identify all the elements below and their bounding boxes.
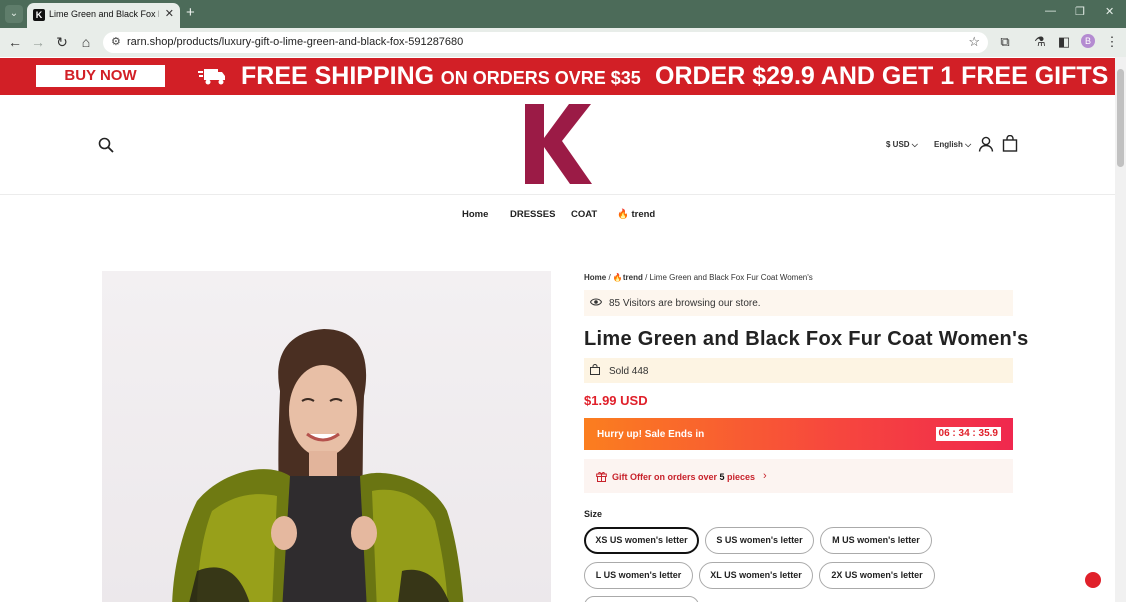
flask-icon[interactable]: ⚗ (1032, 34, 1048, 50)
visitors-notice: 85 Visitors are browsing our store. (584, 290, 1013, 316)
size-option-s[interactable]: S US women's letter (705, 527, 814, 554)
size-option-xs[interactable]: XS US women's letter (584, 527, 699, 554)
sale-countdown-bar: Hurry up! Sale Ends in 06 : 34 : 35.9 (584, 418, 1013, 450)
free-shipping-text: FREE SHIPPING ON ORDERS OVRE $35 (241, 61, 641, 93)
breadcrumb-home[interactable]: Home (584, 273, 606, 282)
breadcrumb-current: Lime Green and Black Fox Fur Coat Women'… (649, 273, 813, 282)
sold-count-box: Sold 448 (584, 358, 1013, 383)
model-fur-coat-photo (172, 329, 464, 602)
bookmark-star-icon[interactable]: ☆ (968, 34, 980, 50)
size-option-2x[interactable]: 2X US women's letter (819, 562, 935, 589)
chevron-right-icon: › (763, 470, 767, 482)
gift-offer-suffix: pieces (724, 472, 756, 482)
nav-item-trend[interactable]: 🔥 trend (617, 209, 655, 220)
close-window-icon[interactable]: ✕ (1105, 5, 1114, 18)
nav-item-coat[interactable]: COAT (571, 209, 597, 220)
profile-avatar[interactable]: B (1081, 34, 1095, 48)
language-selector[interactable]: English ⌵ (934, 140, 971, 150)
order-gift-text: ORDER $29.9 AND GET 1 FREE GIFTS (655, 62, 1109, 90)
browser-toolbar: ← → ↻ ⌂ ⚙ rarn.shop/products/luxury-gift… (0, 28, 1126, 57)
bag-icon (590, 364, 600, 375)
currency-selector[interactable]: $ USD ⌵ (886, 140, 918, 150)
size-option-m[interactable]: M US women's letter (820, 527, 932, 554)
tab-title: Lime Green and Black Fox Fur (49, 9, 159, 19)
tab-close-icon[interactable]: ✕ (165, 7, 174, 20)
store-logo[interactable] (524, 104, 592, 184)
breadcrumb-trend[interactable]: trend (623, 273, 643, 282)
chat-widget-icon[interactable] (1085, 572, 1101, 588)
product-price: $1.99 USD (584, 393, 648, 408)
nav-item-dresses[interactable]: DRESSES (510, 209, 555, 220)
gift-offer-banner[interactable]: Gift Offer on orders over 5 pieces › (584, 459, 1013, 493)
product-title: Lime Green and Black Fox Fur Coat Women'… (584, 328, 1029, 350)
chevron-down-icon: ⌵ (911, 140, 918, 149)
new-tab-plus-icon[interactable]: + (186, 4, 195, 21)
main-navigation: Home DRESSES COAT 🔥 trend (0, 205, 1115, 225)
size-label: Size (584, 509, 603, 519)
nav-item-home[interactable]: Home (462, 209, 488, 220)
language-value: English (934, 140, 963, 149)
page-scrollbar[interactable] (1115, 57, 1126, 602)
scrollbar-thumb[interactable] (1117, 69, 1124, 167)
eye-icon (590, 298, 602, 306)
gift-icon (596, 472, 607, 482)
back-arrow-icon[interactable]: ← (6, 34, 24, 50)
forward-arrow-icon[interactable]: → (29, 34, 47, 50)
reload-icon[interactable]: ↻ (53, 34, 71, 51)
site-header: $ USD ⌵ English ⌵ (0, 95, 1115, 195)
search-icon[interactable] (98, 137, 114, 153)
browser-tab-bar: ⌄ K Lime Green and Black Fox Fur ✕ + — ❐… (0, 0, 1126, 28)
side-panel-icon[interactable]: ◧ (1056, 34, 1072, 50)
minimize-icon[interactable]: — (1045, 5, 1056, 17)
promo-banner[interactable]: BUY NOW FREE SHIPPING ON ORDERS OVRE $35… (0, 58, 1115, 95)
site-info-icon[interactable]: ⚙ (111, 35, 121, 48)
sale-ends-text: Hurry up! Sale Ends in (597, 429, 705, 440)
browser-tab[interactable]: K Lime Green and Black Fox Fur ✕ (27, 3, 180, 28)
nav-trend-label: trend (631, 209, 656, 220)
free-shipping-big: FREE SHIPPING (241, 62, 435, 90)
visitors-text: 85 Visitors are browsing our store. (609, 298, 761, 309)
address-bar[interactable]: ⚙ rarn.shop/products/luxury-gift-o-lime-… (103, 32, 988, 53)
product-image[interactable] (102, 271, 551, 602)
gift-offer-prefix: Gift Offer on orders over (612, 472, 720, 482)
free-shipping-small: ON ORDERS OVRE $35 (440, 68, 641, 88)
tab-list-chevron-icon[interactable]: ⌄ (5, 5, 23, 23)
fire-icon: 🔥 (612, 273, 623, 282)
home-icon[interactable]: ⌂ (77, 34, 95, 50)
menu-kebab-icon[interactable]: ⋮ (1104, 34, 1120, 50)
size-option-more[interactable] (584, 596, 699, 602)
account-user-icon[interactable] (978, 136, 994, 152)
currency-value: $ USD (886, 140, 910, 149)
url-text[interactable]: rarn.shop/products/luxury-gift-o-lime-gr… (127, 36, 463, 48)
gift-offer-text: Gift Offer on orders over 5 pieces (612, 472, 755, 482)
chevron-down-icon: ⌵ (965, 140, 972, 149)
size-option-xl[interactable]: XL US women's letter (699, 562, 813, 589)
countdown-timer: 06 : 34 : 35.9 (935, 427, 1001, 441)
sold-text: Sold 448 (609, 366, 649, 377)
buy-now-button[interactable]: BUY NOW (36, 65, 165, 87)
restore-window-icon[interactable]: ❐ (1075, 5, 1085, 18)
delivery-truck-icon (198, 69, 225, 85)
breadcrumb: Home / 🔥trend / Lime Green and Black Fox… (584, 273, 813, 282)
fire-icon: 🔥 (617, 209, 629, 220)
tab-favicon-icon: K (33, 9, 45, 21)
web-page: BUY NOW FREE SHIPPING ON ORDERS OVRE $35… (0, 57, 1115, 602)
extensions-puzzle-icon[interactable]: ⧉ (997, 34, 1013, 50)
size-option-l[interactable]: L US women's letter (584, 562, 693, 589)
shopping-bag-icon[interactable] (1002, 135, 1018, 152)
